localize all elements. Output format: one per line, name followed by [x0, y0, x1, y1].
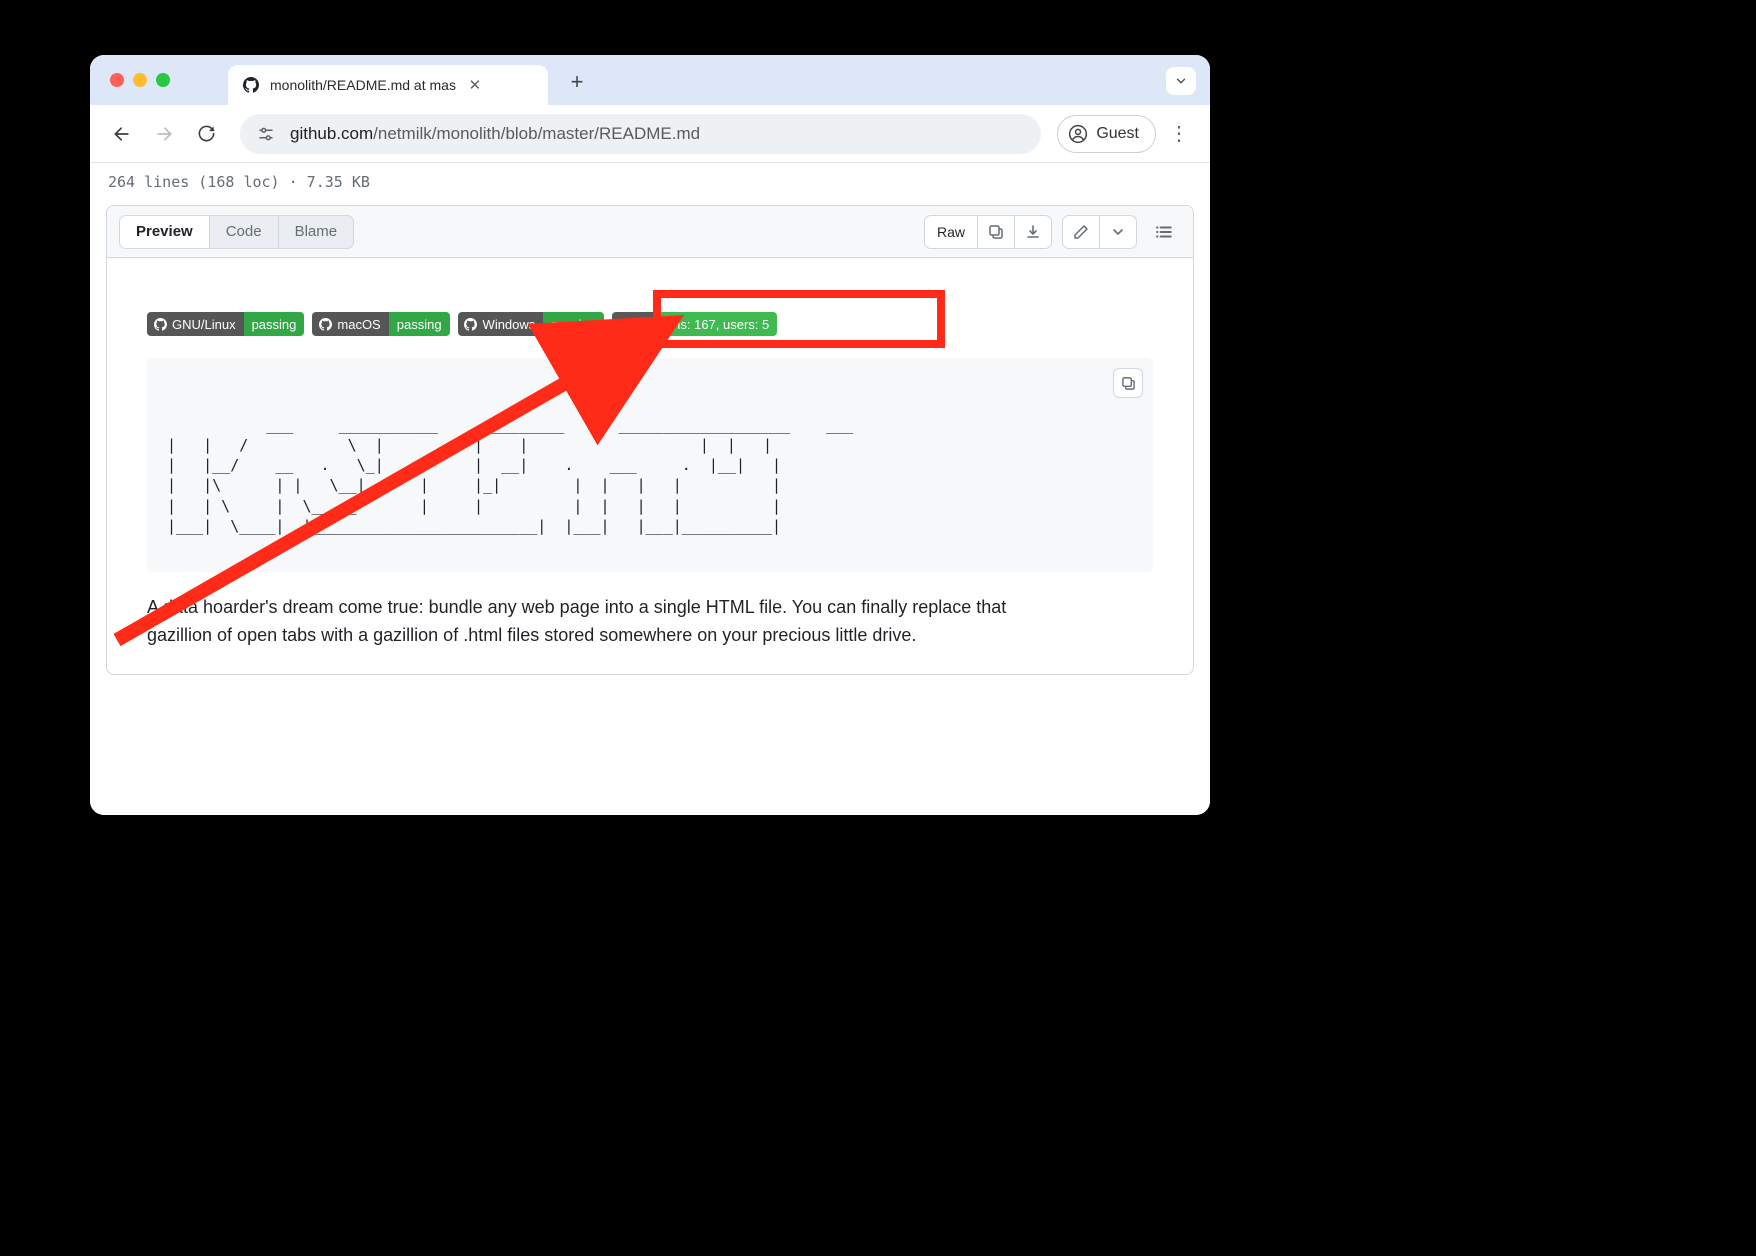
close-window-button[interactable]	[110, 73, 124, 87]
browser-window: monolith/README.md at mas ✕ + github.com…	[90, 55, 1210, 815]
reload-button[interactable]	[188, 116, 224, 152]
page-content: 264 lines (168 loc) · 7.35 KB Preview Co…	[90, 163, 1210, 815]
badge-status: passing	[244, 312, 305, 336]
badge-gnu-linux[interactable]: GNU/Linux passing	[147, 312, 304, 336]
copy-button[interactable]	[978, 216, 1015, 248]
badge-label: apify	[612, 312, 653, 336]
minimize-window-button[interactable]	[133, 73, 147, 87]
ascii-art-text: ___ ___________ __________ _____________…	[167, 416, 853, 535]
new-tab-button[interactable]: +	[562, 67, 592, 97]
badge-label-text: apify	[618, 317, 645, 332]
tab-blame[interactable]: Blame	[279, 216, 354, 248]
github-favicon-icon	[242, 76, 260, 94]
edit-dropdown-button[interactable]	[1100, 216, 1136, 248]
tab-strip: monolith/README.md at mas ✕ +	[90, 55, 1210, 105]
badge-macos[interactable]: macOS passing	[312, 312, 449, 336]
edit-button[interactable]	[1063, 216, 1100, 248]
tab-code[interactable]: Code	[210, 216, 279, 248]
outline-button[interactable]	[1147, 215, 1181, 249]
tab-title: monolith/README.md at mas	[270, 77, 456, 93]
browser-menu-button[interactable]: ⋮	[1162, 117, 1196, 151]
badge-label-text: macOS	[337, 317, 380, 332]
profile-chip[interactable]: Guest	[1057, 115, 1156, 153]
file-actions: Raw	[924, 215, 1181, 249]
edit-group	[1062, 215, 1137, 249]
list-icon	[1155, 223, 1173, 241]
badge-status: passing	[389, 312, 450, 336]
forward-button[interactable]	[146, 116, 182, 152]
back-button[interactable]	[104, 116, 140, 152]
badge-status: runs: 167, users: 5	[654, 312, 778, 336]
github-icon	[153, 317, 167, 331]
view-mode-tabs: Preview Code Blame	[119, 215, 354, 249]
file-toolbar: Preview Code Blame Raw	[107, 206, 1193, 258]
badge-status: passing	[543, 312, 604, 336]
tabs-dropdown-button[interactable]	[1166, 67, 1196, 95]
badges-row: GNU/Linux passing macOS passing Windows passi…	[147, 312, 1153, 336]
badge-windows[interactable]: Windows passing	[458, 312, 605, 336]
pencil-icon	[1073, 224, 1089, 240]
close-tab-button[interactable]: ✕	[466, 76, 484, 94]
badge-label: macOS	[312, 312, 388, 336]
tab-preview[interactable]: Preview	[120, 216, 210, 248]
window-controls	[110, 73, 170, 87]
badge-label: GNU/Linux	[147, 312, 244, 336]
profile-label: Guest	[1096, 125, 1139, 143]
copy-icon	[988, 224, 1004, 240]
url-text: github.com/netmilk/monolith/blob/master/…	[290, 124, 700, 144]
site-settings-icon[interactable]	[256, 125, 276, 143]
zoom-window-button[interactable]	[156, 73, 170, 87]
raw-button[interactable]: Raw	[925, 216, 978, 248]
caret-down-icon	[1113, 227, 1123, 237]
badge-apify[interactable]: apify runs: 167, users: 5	[612, 312, 777, 336]
file-viewer: Preview Code Blame Raw	[106, 205, 1194, 675]
github-icon	[464, 317, 478, 331]
badge-label-text: GNU/Linux	[172, 317, 236, 332]
file-stats: 264 lines (168 loc) · 7.35 KB	[90, 163, 1210, 205]
browser-tab[interactable]: monolith/README.md at mas ✕	[228, 65, 548, 105]
readme-body: GNU/Linux passing macOS passing Windows passi…	[107, 258, 1193, 674]
project-description: A data hoarder's dream come true: bundle…	[147, 594, 1067, 650]
github-icon	[318, 317, 332, 331]
raw-copy-download-group: Raw	[924, 215, 1052, 249]
address-bar[interactable]: github.com/netmilk/monolith/blob/master/…	[240, 114, 1041, 154]
copy-code-button[interactable]	[1113, 368, 1143, 398]
url-path: /netmilk/monolith/blob/master/README.md	[373, 124, 700, 143]
badge-label-text: Windows	[483, 317, 536, 332]
guest-avatar-icon	[1068, 124, 1088, 144]
download-icon	[1025, 224, 1041, 240]
browser-toolbar: github.com/netmilk/monolith/blob/master/…	[90, 105, 1210, 163]
url-domain: github.com	[290, 124, 373, 143]
download-button[interactable]	[1015, 216, 1051, 248]
copy-icon	[1121, 376, 1136, 391]
badge-label: Windows	[458, 312, 544, 336]
ascii-art-block: ___ ___________ __________ _____________…	[147, 358, 1153, 572]
